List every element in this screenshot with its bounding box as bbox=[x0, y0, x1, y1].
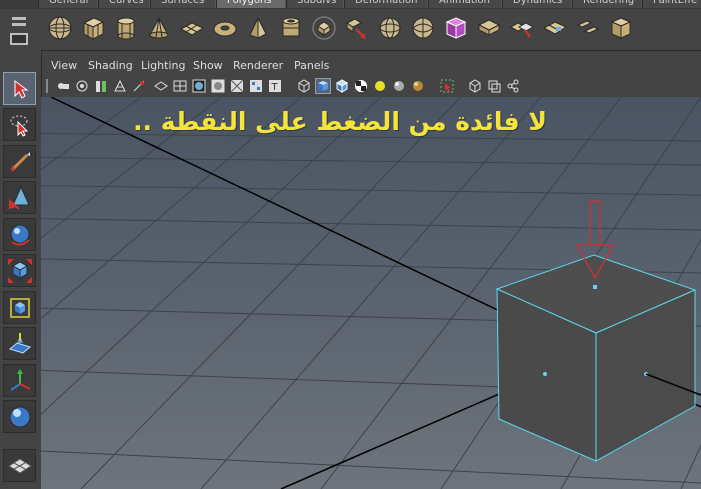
menu-shading[interactable]: Shading bbox=[88, 59, 133, 72]
extrude-icon[interactable] bbox=[440, 12, 471, 43]
outliner-layout-icon[interactable] bbox=[3, 449, 36, 482]
two-d-pan-zoom-icon[interactable] bbox=[131, 78, 147, 94]
image-plane-icon[interactable] bbox=[112, 78, 128, 94]
show-manipulator-icon[interactable] bbox=[3, 364, 36, 397]
rotate-tool-icon[interactable] bbox=[3, 218, 36, 251]
menu-renderer[interactable]: Renderer bbox=[233, 59, 283, 72]
panel-menu-bar: View Shading Lighting Show Renderer Pane… bbox=[41, 57, 701, 76]
poly-cube[interactable] bbox=[495, 254, 701, 462]
combine-icon[interactable] bbox=[341, 12, 372, 43]
camera-select-icon[interactable] bbox=[55, 78, 71, 94]
append-polygon-icon[interactable] bbox=[506, 12, 537, 43]
shelf-tab-curves[interactable]: Curves bbox=[98, 0, 150, 8]
shelf-tab-surfaces[interactable]: Surfaces bbox=[150, 0, 216, 8]
merge-icon[interactable] bbox=[572, 12, 603, 43]
poly-pyramid-icon[interactable] bbox=[242, 12, 273, 43]
xray-components-icon[interactable] bbox=[505, 78, 521, 94]
shelf-tab-painteffects[interactable]: PaintEffe bbox=[642, 0, 701, 8]
isolate-select-icon[interactable] bbox=[439, 78, 455, 94]
checker-texture-icon[interactable] bbox=[353, 78, 369, 94]
shelf-tab-deformation[interactable]: Deformation bbox=[344, 0, 428, 8]
shelf-menu-icon[interactable] bbox=[2, 15, 36, 51]
universal-manipulator-icon[interactable] bbox=[3, 291, 36, 324]
all-lights-icon[interactable] bbox=[391, 78, 407, 94]
shelf-tab-polygons[interactable]: Polygons bbox=[216, 0, 286, 8]
shelf-tab-animation[interactable]: Animation bbox=[428, 0, 502, 8]
poly-soccerball-icon[interactable] bbox=[374, 12, 405, 43]
poly-sphere-icon[interactable] bbox=[44, 12, 75, 43]
shelf-tab-dynamics[interactable]: Dynamics bbox=[502, 0, 572, 8]
toolbox bbox=[0, 50, 42, 489]
text-display-icon[interactable]: T bbox=[267, 78, 283, 94]
selected-lights-icon[interactable] bbox=[410, 78, 426, 94]
last-tool-icon[interactable] bbox=[3, 400, 36, 433]
poly-torus-icon[interactable] bbox=[209, 12, 240, 43]
smooth-shade-icon[interactable] bbox=[191, 78, 207, 94]
soft-modification-icon[interactable] bbox=[3, 327, 36, 360]
svg-text:T: T bbox=[271, 82, 279, 93]
bevel-icon[interactable] bbox=[473, 12, 504, 43]
paint-select-tool-icon[interactable] bbox=[3, 145, 36, 178]
flat-shade-icon[interactable] bbox=[210, 78, 226, 94]
perspective-viewport[interactable] bbox=[41, 97, 701, 489]
shelf-tab-bar: General Curves Surfaces Polygons Subdivs… bbox=[0, 0, 701, 9]
viewport-grid bbox=[41, 97, 701, 489]
shelf-tab-general[interactable]: General bbox=[38, 0, 98, 8]
shaded-cube-icon[interactable] bbox=[315, 78, 331, 94]
default-lighting-icon[interactable] bbox=[372, 78, 388, 94]
scale-tool-icon[interactable] bbox=[3, 254, 36, 287]
poly-helix-icon[interactable] bbox=[308, 12, 339, 43]
move-tool-icon[interactable] bbox=[3, 181, 36, 214]
smooth-icon[interactable] bbox=[407, 12, 438, 43]
xray-icon[interactable] bbox=[467, 78, 483, 94]
xray-joints-icon[interactable] bbox=[486, 78, 502, 94]
menu-panels[interactable]: Panels bbox=[294, 59, 329, 72]
menu-lighting[interactable]: Lighting bbox=[141, 59, 185, 72]
wireframe-on-shaded-icon[interactable] bbox=[229, 78, 245, 94]
texture-icon[interactable] bbox=[248, 78, 264, 94]
selected-vertex[interactable] bbox=[593, 285, 597, 289]
poly-plane-icon[interactable] bbox=[176, 12, 207, 43]
poly-cube-icon[interactable] bbox=[77, 12, 108, 43]
polygons-shelf bbox=[0, 9, 701, 51]
poly-cone-icon[interactable] bbox=[143, 12, 174, 43]
camera-attributes-icon[interactable] bbox=[74, 78, 90, 94]
grid-toggle-icon[interactable] bbox=[172, 78, 188, 94]
panel-toolbar: T bbox=[41, 76, 701, 96]
bookmark-icon[interactable] bbox=[93, 78, 109, 94]
menu-view[interactable]: View bbox=[51, 59, 77, 72]
lasso-tool-icon[interactable] bbox=[3, 108, 36, 141]
toolbar-divider bbox=[46, 79, 48, 93]
wire-cube-icon[interactable] bbox=[296, 78, 312, 94]
shelf-tab-subdivs[interactable]: Subdivs bbox=[286, 0, 344, 8]
poly-pipe-icon[interactable] bbox=[275, 12, 306, 43]
select-tool-icon[interactable] bbox=[3, 72, 36, 105]
wireframe-icon[interactable] bbox=[153, 78, 169, 94]
wire-shaded-cube-icon[interactable] bbox=[334, 78, 350, 94]
shelf-tab-rendering[interactable]: Rendering bbox=[572, 0, 642, 8]
annotation-caption: لا فائدة من الضغط على النقطة .. bbox=[133, 107, 547, 136]
poly-cylinder-icon[interactable] bbox=[110, 12, 141, 43]
split-polygon-icon[interactable] bbox=[539, 12, 570, 43]
menu-show[interactable]: Show bbox=[193, 59, 223, 72]
cut-faces-icon[interactable] bbox=[605, 12, 636, 43]
